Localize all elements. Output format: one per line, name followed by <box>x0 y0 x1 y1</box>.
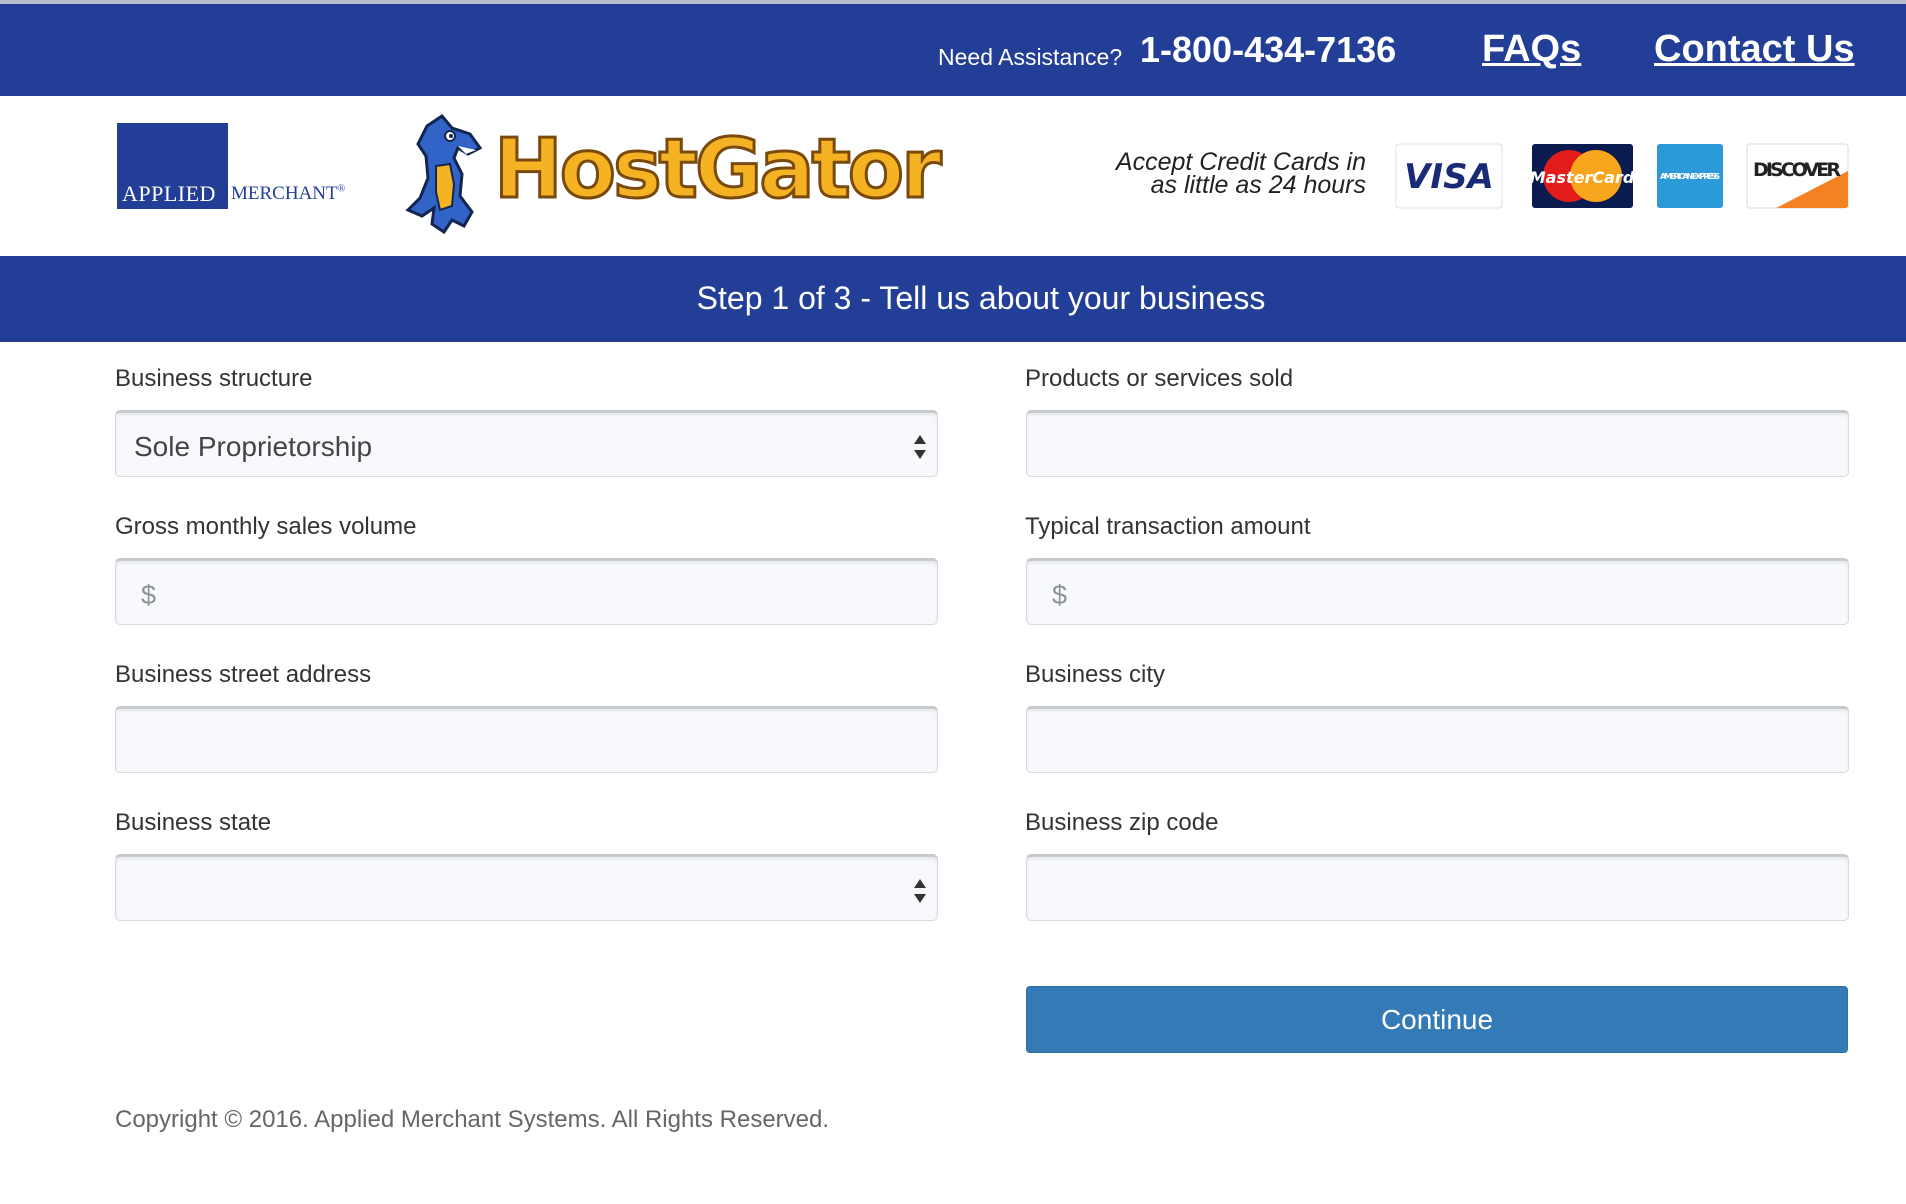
visa-card-label: VISA <box>1404 157 1494 197</box>
products-services-input[interactable] <box>1026 410 1849 477</box>
copyright-text: Copyright © 2016. Applied Merchant Syste… <box>115 1106 830 1133</box>
applied-merchant-logo-applied: APPLIED <box>122 181 216 206</box>
select-arrows-icon <box>914 879 926 903</box>
amex-card-label: AMERICAN EXPRESS <box>1660 172 1720 181</box>
mastercard-card-icon: MasterCard <box>1531 144 1634 208</box>
contact-us-link[interactable]: Contact Us <box>1654 28 1855 71</box>
applied-merchant-logo-merchant: MERCHANT® <box>231 183 346 204</box>
business-street-address-input[interactable] <box>115 706 938 773</box>
faqs-link[interactable]: FAQs <box>1482 28 1581 71</box>
top-bar: Need Assistance? 1-800-434-7136 FAQs Con… <box>0 0 1906 96</box>
hostgator-logo-text: HostGator <box>493 121 944 219</box>
applied-merchant-logo[interactable]: APPLIED MERCHANT® <box>117 123 352 209</box>
assistance-label: Need Assistance? <box>938 44 1123 70</box>
step-title: Step 1 of 3 - Tell us about your busines… <box>696 280 1266 316</box>
accept-line-2: as little as 24 hours <box>1150 171 1366 199</box>
dollar-prefix: $ <box>1052 580 1068 610</box>
hostgator-logo[interactable]: HostGator <box>392 114 943 239</box>
business-city-input[interactable] <box>1026 706 1849 773</box>
business-state-label: Business state <box>115 809 272 836</box>
discover-card-label: DISCOVER <box>1753 159 1841 181</box>
assistance-phone[interactable]: 1-800-434-7136 <box>1140 29 1396 71</box>
business-structure-label: Business structure <box>115 365 313 392</box>
dollar-prefix: $ <box>141 580 157 610</box>
business-zip-input[interactable] <box>1026 854 1849 921</box>
american-express-card-icon: AMERICAN EXPRESS <box>1657 144 1723 208</box>
typical-transaction-input[interactable]: $ <box>1026 558 1849 625</box>
business-state-select[interactable] <box>115 854 938 921</box>
step-bar: Step 1 of 3 - Tell us about your busines… <box>0 256 1906 342</box>
business-zip-label: Business zip code <box>1025 809 1219 836</box>
visa-card-icon: VISA <box>1395 143 1503 209</box>
products-services-label: Products or services sold <box>1025 365 1294 392</box>
business-structure-value: Sole Proprietorship <box>134 431 373 462</box>
business-city-label: Business city <box>1025 661 1166 688</box>
gross-monthly-sales-input[interactable]: $ <box>115 558 938 625</box>
discover-card-icon: DISCOVER <box>1746 143 1849 209</box>
mastercard-card-label: MasterCard <box>1531 168 1634 187</box>
business-structure-select[interactable]: Sole Proprietorship <box>115 410 938 477</box>
gross-monthly-sales-label: Gross monthly sales volume <box>115 513 417 540</box>
select-arrows-icon <box>914 435 926 459</box>
business-street-address-label: Business street address <box>115 661 372 688</box>
continue-button[interactable]: Continue <box>1026 986 1848 1053</box>
typical-transaction-label: Typical transaction amount <box>1025 513 1311 540</box>
accept-credit-cards-tagline: Accept Credit Cards in as little as 24 h… <box>1070 150 1366 199</box>
